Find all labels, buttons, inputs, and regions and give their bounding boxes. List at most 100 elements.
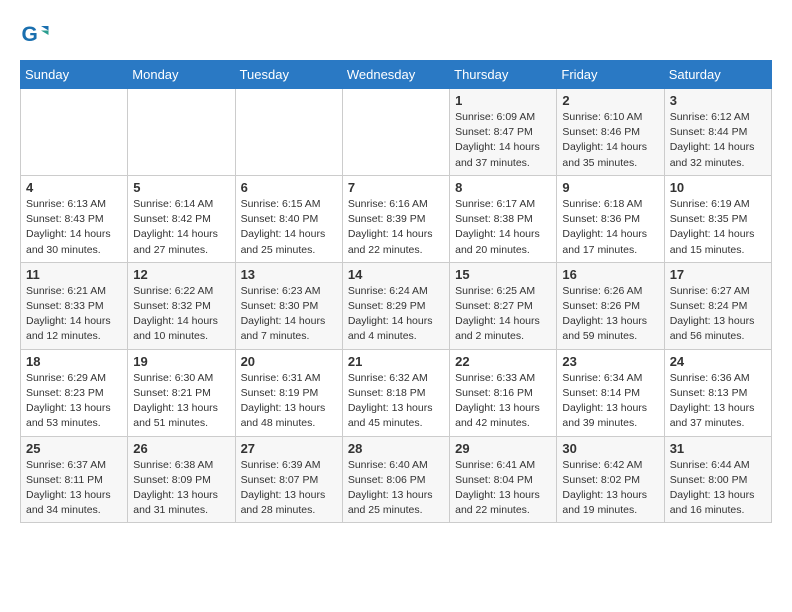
day-info: Sunrise: 6:24 AM Sunset: 8:29 PM Dayligh… bbox=[348, 284, 444, 345]
weekday-header-monday: Monday bbox=[128, 61, 235, 89]
day-number: 1 bbox=[455, 93, 551, 108]
day-info: Sunrise: 6:36 AM Sunset: 8:13 PM Dayligh… bbox=[670, 371, 766, 432]
calendar-cell: 18 Sunrise: 6:29 AM Sunset: 8:23 PM Dayli… bbox=[21, 349, 128, 436]
calendar-cell: 9 Sunrise: 6:18 AM Sunset: 8:36 PM Daylig… bbox=[557, 175, 664, 262]
day-number: 9 bbox=[562, 180, 658, 195]
calendar-cell: 13 Sunrise: 6:23 AM Sunset: 8:30 PM Dayli… bbox=[235, 262, 342, 349]
calendar-cell: 1 Sunrise: 6:09 AM Sunset: 8:47 PM Daylig… bbox=[450, 89, 557, 176]
weekday-header-wednesday: Wednesday bbox=[342, 61, 449, 89]
day-info: Sunrise: 6:30 AM Sunset: 8:21 PM Dayligh… bbox=[133, 371, 229, 432]
day-info: Sunrise: 6:41 AM Sunset: 8:04 PM Dayligh… bbox=[455, 458, 551, 519]
day-number: 24 bbox=[670, 354, 766, 369]
day-number: 29 bbox=[455, 441, 551, 456]
day-info: Sunrise: 6:19 AM Sunset: 8:35 PM Dayligh… bbox=[670, 197, 766, 258]
day-info: Sunrise: 6:37 AM Sunset: 8:11 PM Dayligh… bbox=[26, 458, 122, 519]
day-info: Sunrise: 6:40 AM Sunset: 8:06 PM Dayligh… bbox=[348, 458, 444, 519]
calendar-cell: 24 Sunrise: 6:36 AM Sunset: 8:13 PM Dayli… bbox=[664, 349, 771, 436]
day-info: Sunrise: 6:44 AM Sunset: 8:00 PM Dayligh… bbox=[670, 458, 766, 519]
calendar-cell: 15 Sunrise: 6:25 AM Sunset: 8:27 PM Dayli… bbox=[450, 262, 557, 349]
calendar-cell: 16 Sunrise: 6:26 AM Sunset: 8:26 PM Dayli… bbox=[557, 262, 664, 349]
calendar-cell: 12 Sunrise: 6:22 AM Sunset: 8:32 PM Dayli… bbox=[128, 262, 235, 349]
day-number: 13 bbox=[241, 267, 337, 282]
day-number: 22 bbox=[455, 354, 551, 369]
day-number: 14 bbox=[348, 267, 444, 282]
day-info: Sunrise: 6:22 AM Sunset: 8:32 PM Dayligh… bbox=[133, 284, 229, 345]
calendar-cell: 23 Sunrise: 6:34 AM Sunset: 8:14 PM Dayli… bbox=[557, 349, 664, 436]
calendar-cell: 5 Sunrise: 6:14 AM Sunset: 8:42 PM Daylig… bbox=[128, 175, 235, 262]
day-number: 23 bbox=[562, 354, 658, 369]
day-number: 27 bbox=[241, 441, 337, 456]
logo-icon: G bbox=[20, 20, 50, 50]
day-info: Sunrise: 6:23 AM Sunset: 8:30 PM Dayligh… bbox=[241, 284, 337, 345]
day-info: Sunrise: 6:27 AM Sunset: 8:24 PM Dayligh… bbox=[670, 284, 766, 345]
day-number: 30 bbox=[562, 441, 658, 456]
day-info: Sunrise: 6:42 AM Sunset: 8:02 PM Dayligh… bbox=[562, 458, 658, 519]
day-info: Sunrise: 6:38 AM Sunset: 8:09 PM Dayligh… bbox=[133, 458, 229, 519]
calendar-cell: 4 Sunrise: 6:13 AM Sunset: 8:43 PM Daylig… bbox=[21, 175, 128, 262]
day-info: Sunrise: 6:17 AM Sunset: 8:38 PM Dayligh… bbox=[455, 197, 551, 258]
day-number: 8 bbox=[455, 180, 551, 195]
day-number: 25 bbox=[26, 441, 122, 456]
calendar-cell: 8 Sunrise: 6:17 AM Sunset: 8:38 PM Daylig… bbox=[450, 175, 557, 262]
day-info: Sunrise: 6:12 AM Sunset: 8:44 PM Dayligh… bbox=[670, 110, 766, 171]
weekday-header-saturday: Saturday bbox=[664, 61, 771, 89]
weekday-header-row: SundayMondayTuesdayWednesdayThursdayFrid… bbox=[21, 61, 772, 89]
day-info: Sunrise: 6:09 AM Sunset: 8:47 PM Dayligh… bbox=[455, 110, 551, 171]
day-number: 17 bbox=[670, 267, 766, 282]
day-info: Sunrise: 6:25 AM Sunset: 8:27 PM Dayligh… bbox=[455, 284, 551, 345]
day-number: 15 bbox=[455, 267, 551, 282]
day-number: 16 bbox=[562, 267, 658, 282]
calendar-week-1: 1 Sunrise: 6:09 AM Sunset: 8:47 PM Daylig… bbox=[21, 89, 772, 176]
calendar-week-4: 18 Sunrise: 6:29 AM Sunset: 8:23 PM Dayli… bbox=[21, 349, 772, 436]
svg-text:G: G bbox=[22, 23, 38, 46]
day-number: 18 bbox=[26, 354, 122, 369]
calendar-cell: 11 Sunrise: 6:21 AM Sunset: 8:33 PM Dayli… bbox=[21, 262, 128, 349]
day-number: 21 bbox=[348, 354, 444, 369]
weekday-header-tuesday: Tuesday bbox=[235, 61, 342, 89]
day-info: Sunrise: 6:29 AM Sunset: 8:23 PM Dayligh… bbox=[26, 371, 122, 432]
day-number: 12 bbox=[133, 267, 229, 282]
calendar-week-5: 25 Sunrise: 6:37 AM Sunset: 8:11 PM Dayli… bbox=[21, 436, 772, 523]
calendar-week-2: 4 Sunrise: 6:13 AM Sunset: 8:43 PM Daylig… bbox=[21, 175, 772, 262]
day-info: Sunrise: 6:15 AM Sunset: 8:40 PM Dayligh… bbox=[241, 197, 337, 258]
day-number: 20 bbox=[241, 354, 337, 369]
day-info: Sunrise: 6:14 AM Sunset: 8:42 PM Dayligh… bbox=[133, 197, 229, 258]
calendar-cell: 3Sunrise: 6:12 AM Sunset: 8:44 PM Daylig… bbox=[664, 89, 771, 176]
day-info: Sunrise: 6:18 AM Sunset: 8:36 PM Dayligh… bbox=[562, 197, 658, 258]
day-info: Sunrise: 6:13 AM Sunset: 8:43 PM Dayligh… bbox=[26, 197, 122, 258]
day-number: 28 bbox=[348, 441, 444, 456]
logo: G bbox=[20, 20, 54, 50]
calendar-cell: 2Sunrise: 6:10 AM Sunset: 8:46 PM Daylig… bbox=[557, 89, 664, 176]
day-info: Sunrise: 6:33 AM Sunset: 8:16 PM Dayligh… bbox=[455, 371, 551, 432]
day-info: Sunrise: 6:34 AM Sunset: 8:14 PM Dayligh… bbox=[562, 371, 658, 432]
day-number: 7 bbox=[348, 180, 444, 195]
day-number: 5 bbox=[133, 180, 229, 195]
day-number: 26 bbox=[133, 441, 229, 456]
calendar-cell: 14 Sunrise: 6:24 AM Sunset: 8:29 PM Dayli… bbox=[342, 262, 449, 349]
calendar-cell: 19 Sunrise: 6:30 AM Sunset: 8:21 PM Dayli… bbox=[128, 349, 235, 436]
calendar-week-3: 11 Sunrise: 6:21 AM Sunset: 8:33 PM Dayli… bbox=[21, 262, 772, 349]
day-info: Sunrise: 6:39 AM Sunset: 8:07 PM Dayligh… bbox=[241, 458, 337, 519]
day-info: Sunrise: 6:16 AM Sunset: 8:39 PM Dayligh… bbox=[348, 197, 444, 258]
day-number: 4 bbox=[26, 180, 122, 195]
calendar-table: SundayMondayTuesdayWednesdayThursdayFrid… bbox=[20, 60, 772, 523]
calendar-cell bbox=[21, 89, 128, 176]
day-info: Sunrise: 6:10 AM Sunset: 8:46 PM Dayligh… bbox=[562, 110, 658, 171]
page-header: G bbox=[20, 20, 772, 50]
day-number: 6 bbox=[241, 180, 337, 195]
day-number: 19 bbox=[133, 354, 229, 369]
day-info: Sunrise: 6:26 AM Sunset: 8:26 PM Dayligh… bbox=[562, 284, 658, 345]
calendar-cell: 31Sunrise: 6:44 AM Sunset: 8:00 PM Dayli… bbox=[664, 436, 771, 523]
calendar-cell bbox=[342, 89, 449, 176]
calendar-cell: 6 Sunrise: 6:15 AM Sunset: 8:40 PM Daylig… bbox=[235, 175, 342, 262]
calendar-cell: 25 Sunrise: 6:37 AM Sunset: 8:11 PM Dayli… bbox=[21, 436, 128, 523]
day-number: 11 bbox=[26, 267, 122, 282]
calendar-cell: 10 Sunrise: 6:19 AM Sunset: 8:35 PM Dayli… bbox=[664, 175, 771, 262]
calendar-cell: 28 Sunrise: 6:40 AM Sunset: 8:06 PM Dayli… bbox=[342, 436, 449, 523]
day-info: Sunrise: 6:21 AM Sunset: 8:33 PM Dayligh… bbox=[26, 284, 122, 345]
day-number: 10 bbox=[670, 180, 766, 195]
calendar-cell: 21Sunrise: 6:32 AM Sunset: 8:18 PM Dayli… bbox=[342, 349, 449, 436]
calendar-cell: 22 Sunrise: 6:33 AM Sunset: 8:16 PM Dayli… bbox=[450, 349, 557, 436]
calendar-cell: 20Sunrise: 6:31 AM Sunset: 8:19 PM Dayli… bbox=[235, 349, 342, 436]
weekday-header-sunday: Sunday bbox=[21, 61, 128, 89]
